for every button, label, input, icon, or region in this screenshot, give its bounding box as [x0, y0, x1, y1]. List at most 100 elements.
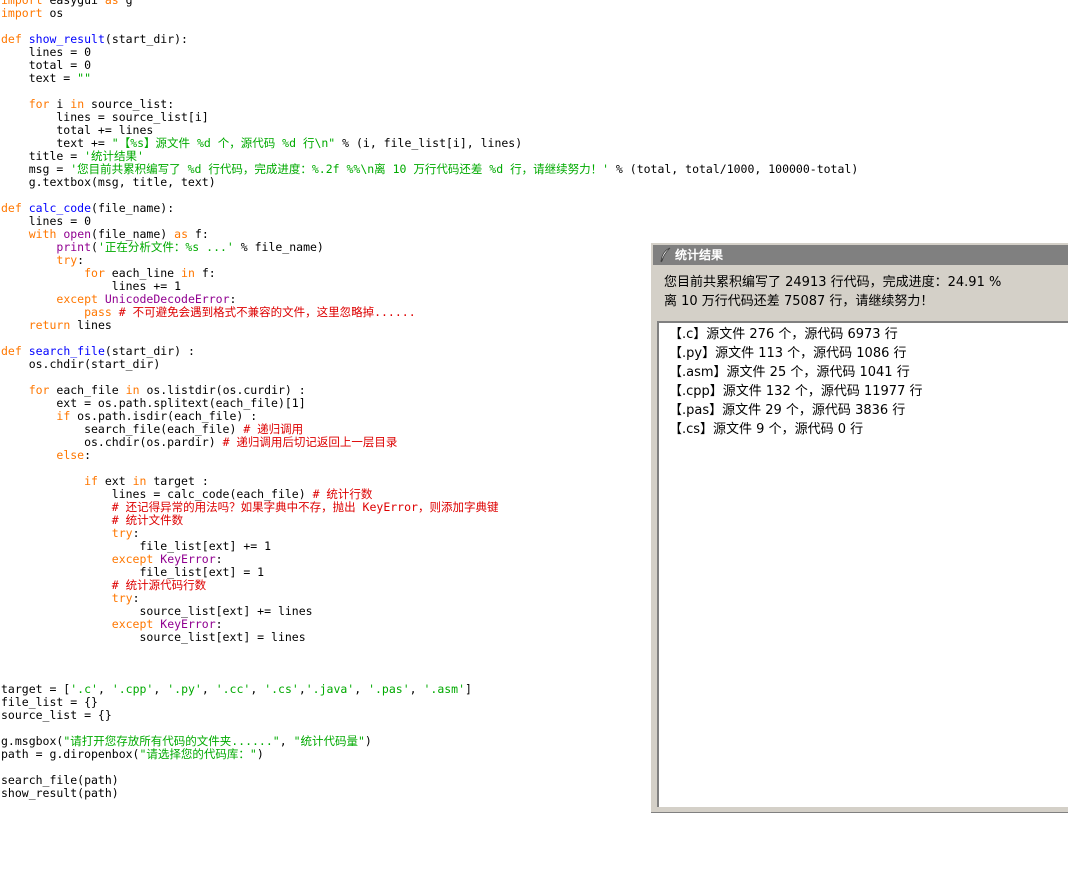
- code-string: '统计结果': [84, 149, 144, 163]
- code-token: source_list[ext] += lines: [1, 604, 313, 618]
- code-keyword: else: [56, 448, 85, 462]
- result-line: 【.cs】源文件 9 个，源代码 0 行: [669, 422, 864, 437]
- code-token: search_file: [28, 344, 105, 358]
- result-line: 【.c】源文件 276 个，源代码 6973 行: [669, 327, 898, 342]
- code-keyword: try: [111, 591, 133, 605]
- code-string: "【%s】源文件 %d 个，源代码 %d 行\n": [111, 136, 336, 150]
- code-token: ext = os.path.splitext(each_file)[1]: [1, 396, 306, 410]
- code-line: source_list[ext] = lines: [1, 631, 305, 644]
- code-token: search_file(each_file): [1, 422, 244, 436]
- code-line: import os: [1, 7, 63, 20]
- code-string: "": [77, 71, 92, 85]
- code-string: "请选择您的代码库：": [139, 747, 257, 761]
- code-string: '.py': [167, 682, 202, 696]
- code-token: target :: [146, 474, 209, 488]
- code-token: source_list = {}: [1, 708, 112, 722]
- code-token: calc_code: [28, 201, 92, 215]
- code-line: text = "": [1, 72, 91, 85]
- code-token: % (i, file_list[i], lines): [335, 136, 523, 150]
- code-keyword: with: [28, 227, 57, 241]
- code-token: (file_name): [91, 227, 175, 241]
- code-string: '.asm': [423, 682, 466, 696]
- code-keyword: in: [70, 97, 85, 111]
- message-line: 您目前共累积编写了 24913 行代码，完成进度：24.91 %: [664, 275, 1002, 290]
- code-token: show_result(path): [1, 786, 119, 800]
- code-string: "请打开您存放所有代码的文件夹......": [63, 734, 280, 748]
- code-token: ,: [354, 682, 369, 696]
- code-line: path = g.diropenbox("请选择您的代码库："): [1, 748, 264, 761]
- code-keyword: pass: [84, 305, 112, 319]
- code-token: KeyError: [160, 617, 216, 631]
- message-line: 离 10 万行代码还差 75087 行，请继续努力！: [664, 294, 934, 309]
- code-token: total = 0: [1, 58, 92, 72]
- code-token: :: [84, 448, 92, 462]
- code-token: ,: [153, 682, 168, 696]
- code-token: path = g.diropenbox(: [1, 747, 140, 761]
- code-token: (start_dir) :: [104, 344, 195, 358]
- code-keyword: in: [125, 383, 140, 397]
- code-string: '.cs': [264, 682, 299, 696]
- code-token: title =: [1, 149, 85, 163]
- code-line: g.textbox(msg, title, text): [1, 176, 216, 189]
- code-string: '正在分析文件：%s ...': [97, 240, 234, 254]
- code-token: file_list[ext] = 1: [1, 565, 265, 579]
- code-token: ): [364, 734, 372, 748]
- code-token: g.msgbox(: [1, 734, 64, 748]
- result-textbox[interactable]: 【.c】源文件 276 个，源代码 6973 行 【.py】源文件 113 个，…: [657, 321, 1068, 807]
- code-token: lines += 1: [1, 279, 182, 293]
- code-token: source_list:: [84, 97, 175, 111]
- code-token: ,: [97, 682, 112, 696]
- code-token: ]: [465, 682, 472, 696]
- code-token: each_file: [49, 383, 126, 397]
- code-keyword: except: [111, 552, 154, 566]
- code-token: os.chdir(start_dir): [1, 357, 161, 371]
- code-line: os.chdir(start_dir): [1, 357, 161, 371]
- code-keyword: try: [56, 253, 78, 267]
- feather-icon: [659, 247, 673, 263]
- dialog-titlebar[interactable]: 统计结果: [653, 245, 1068, 265]
- code-token: (file_name):: [91, 201, 175, 215]
- code-keyword: in: [181, 266, 195, 280]
- code-token: file_list[ext] += 1: [1, 539, 272, 553]
- dialog-message: 您目前共累积编写了 24913 行代码，完成进度：24.91 % 离 10 万行…: [664, 273, 1064, 311]
- code-token: open: [63, 227, 92, 241]
- code-token: % file_name): [233, 240, 324, 254]
- code-token: (start_dir):: [104, 32, 188, 46]
- code-token: % (total, total/1000, 100000-total): [609, 162, 859, 176]
- code-token: os.chdir(os.pardir): [1, 435, 223, 449]
- code-keyword: if: [84, 474, 98, 488]
- code-token: ,: [298, 682, 306, 696]
- code-line: return lines: [1, 319, 112, 332]
- code-keyword: def: [1, 32, 22, 46]
- code-token: (: [91, 240, 98, 254]
- code-string: '.pas': [368, 682, 410, 696]
- code-token: text =: [1, 71, 78, 85]
- code-token: print: [56, 240, 92, 254]
- code-token: :: [132, 591, 140, 605]
- code-comment: # 还记得异常的用法吗？如果字典中不存，抛出 KeyError，则添加字典键: [111, 500, 499, 514]
- code-token: file_list = {}: [1, 695, 98, 709]
- code-token: g: [118, 0, 133, 7]
- code-keyword: for: [84, 266, 105, 280]
- code-keyword: as: [104, 0, 119, 7]
- code-token: :: [229, 292, 237, 306]
- code-token: lines = calc_code(each_file): [1, 487, 313, 501]
- result-line: 【.py】源文件 113 个，源代码 1086 行: [669, 346, 907, 361]
